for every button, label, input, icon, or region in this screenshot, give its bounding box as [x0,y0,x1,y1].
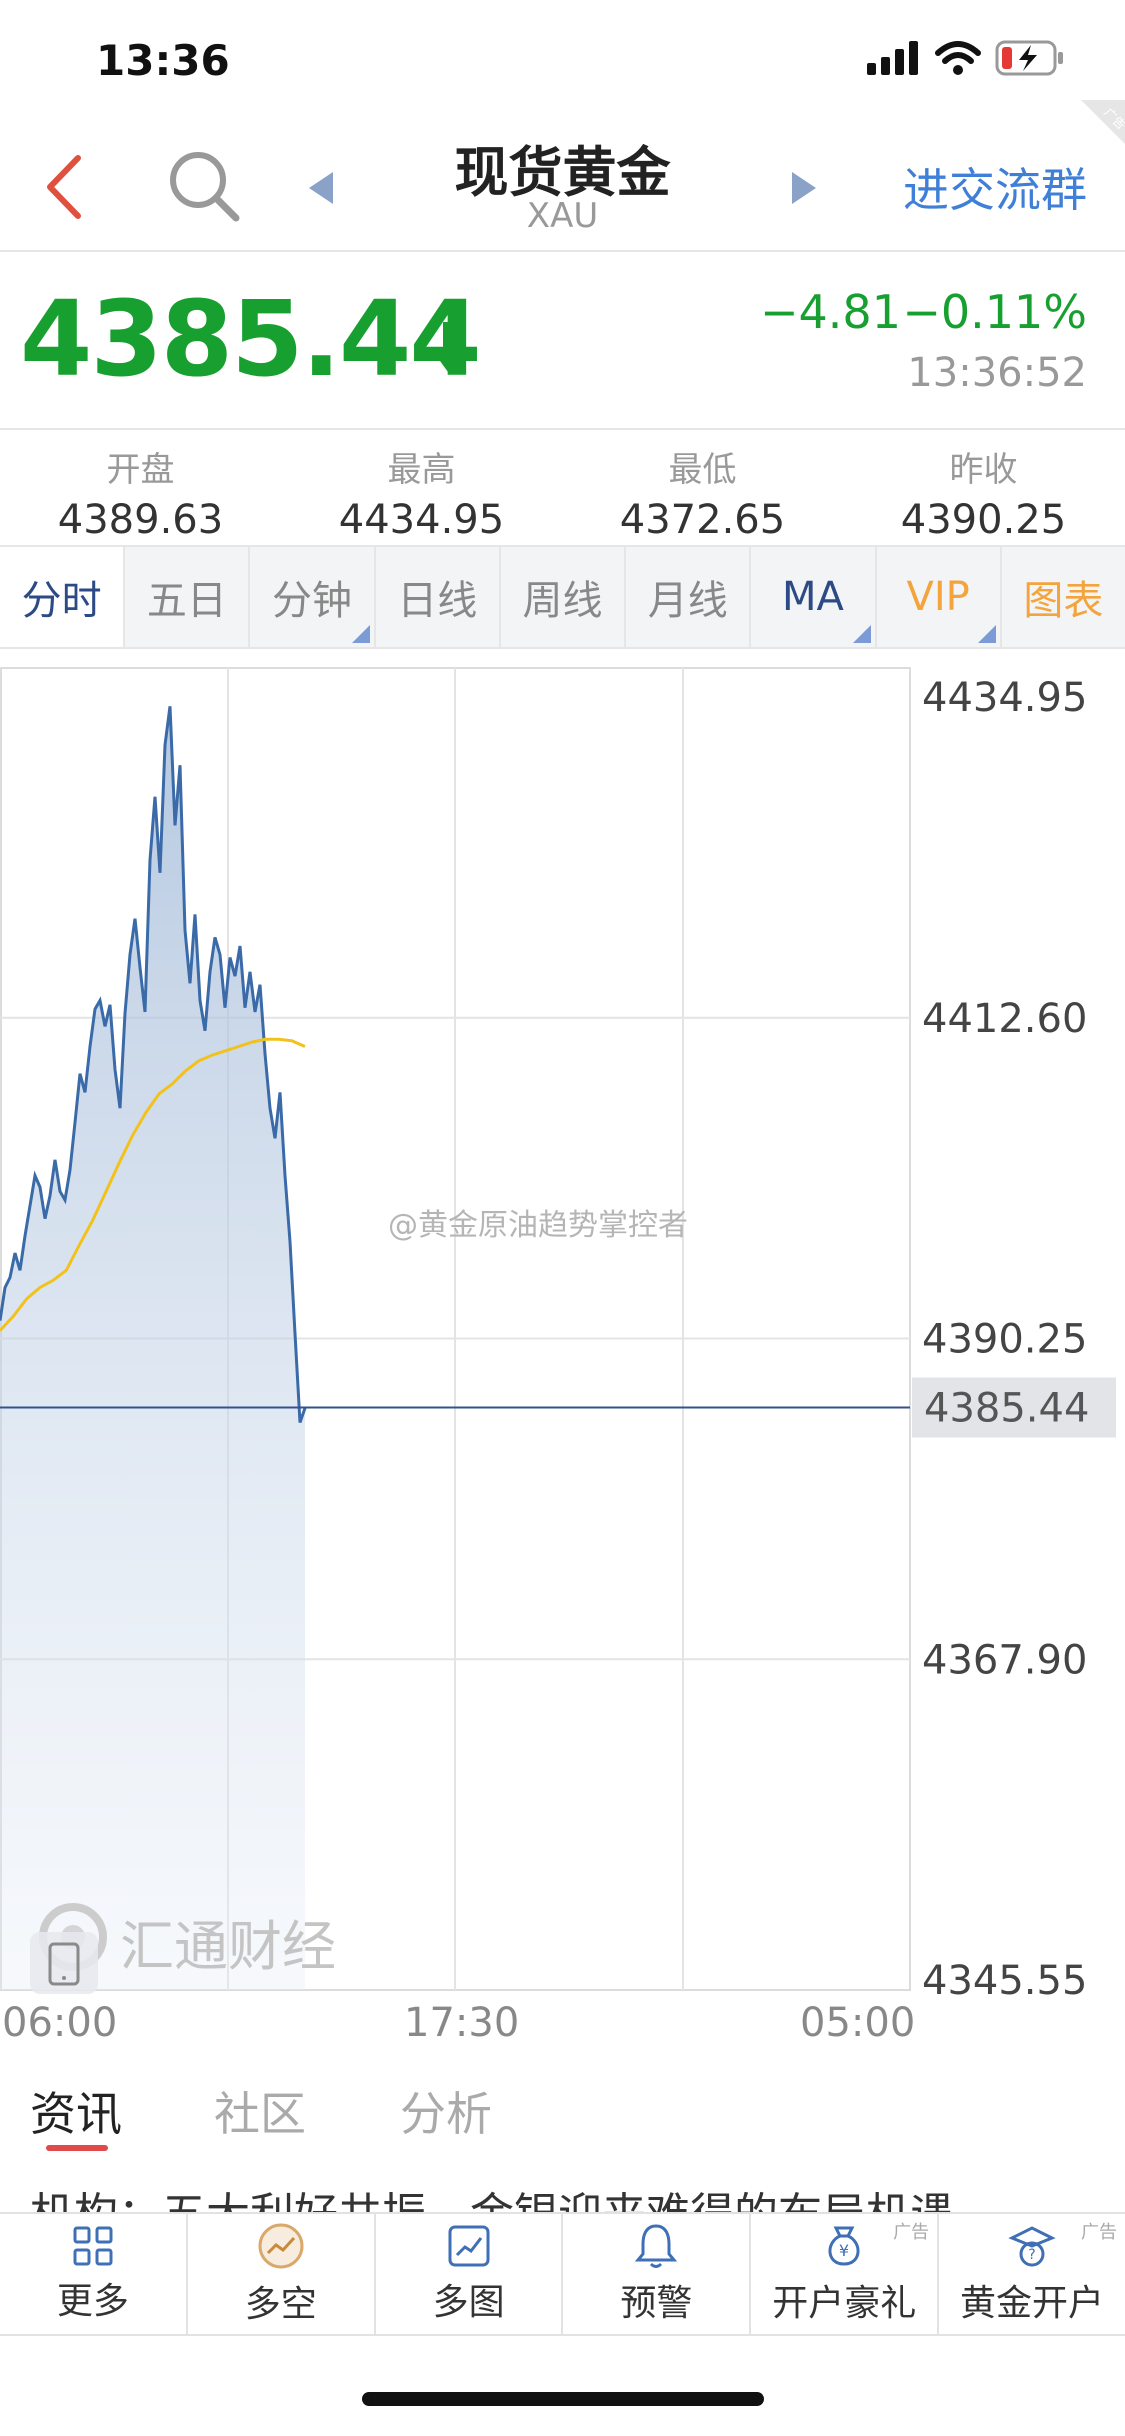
x-tick-mid: 17:30 [404,2000,520,2046]
ad-label: 广告 [1080,2222,1117,2243]
stat-open: 开盘 4389.63 [0,442,281,543]
bottom-label: 黄金开户 [960,2283,1105,2324]
bottom-item-gold-account[interactable]: 广告 ? 黄金开户 [937,2214,1125,2334]
subtab-analysis[interactable]: 分析 [400,2078,492,2144]
stat-label: 最高 [387,450,456,490]
grid-icon [73,2226,113,2266]
divider [0,428,1125,430]
gold-account-icon: ? [1008,2226,1056,2267]
svg-text:?: ? [1028,2247,1035,2263]
bottom-item-long-short[interactable]: 多空 [185,2214,374,2334]
dropdown-corner-icon [852,625,871,643]
y-tick-label: 4367.90 [922,1637,1087,1683]
ad-corner-tag: 广告 [1081,100,1125,144]
tab-label: VIP [906,574,970,620]
bell-icon [635,2224,678,2268]
stat-prev-close: 昨收 4390.25 [843,442,1124,543]
stat-label: 开盘 [106,450,175,490]
battery-icon [995,40,1063,76]
tab-five-day[interactable]: 五日 [123,547,249,647]
ad-label: 广告 [893,2222,930,2243]
x-tick-end: 05:00 [800,2000,916,2046]
chart-period-tabs: 分时 五日 分钟 日线 周线 月线 MA VIP 图表 [0,545,1125,649]
tab-charts[interactable]: 图表 [999,547,1125,647]
price-area [0,706,305,1990]
tab-intraday[interactable]: 分时 [0,547,124,647]
price-change: −4.81 [760,285,901,339]
dropdown-corner-icon [977,625,996,643]
stat-value: 4434.95 [338,497,505,543]
bottom-label: 更多 [56,2281,129,2322]
tab-ma[interactable]: MA [749,547,875,647]
bottom-label: 多空 [244,2284,317,2325]
bottom-item-account-gift[interactable]: 广告 ¥ 开户豪礼 [749,2214,937,2334]
tab-label: 分钟 [272,578,353,624]
next-symbol-icon[interactable] [788,168,820,208]
tab-monthly[interactable]: 月线 [624,547,750,647]
bottom-item-alert[interactable]: 预警 [561,2214,749,2334]
join-group-link[interactable]: 进交流群 [903,154,1087,220]
quote-time: 13:36:52 [907,350,1087,396]
weibo-watermark: @黄金原油趋势掌控者 [388,1208,688,1243]
subtab-community[interactable]: 社区 [214,2078,306,2144]
bottom-item-multi-chart[interactable]: 多图 [373,2214,562,2334]
header: 现货黄金 XAU 进交流群 广告 [0,100,1125,252]
y-tick-label: 4345.55 [922,1958,1087,2000]
stat-label: 最低 [668,450,737,490]
bottom-label: 开户豪礼 [772,2283,917,2324]
dropdown-corner-icon [351,625,370,643]
tab-weekly[interactable]: 周线 [498,547,625,647]
stat-label: 昨收 [949,450,1018,490]
stat-low: 最低 4372.65 [562,442,843,543]
x-tick-start: 06:00 [2,2000,118,2046]
tab-vip[interactable]: VIP [874,547,1000,647]
bottom-item-more[interactable]: 更多 [0,2214,186,2334]
current-price-tag: 4385.44 [924,1386,1089,1432]
svg-text:¥: ¥ [839,2241,849,2260]
price-change-percent: −0.11% [902,285,1087,339]
subtab-news[interactable]: 资讯 [30,2078,122,2144]
bottom-label: 预警 [620,2283,693,2324]
bottom-label: 多图 [432,2282,505,2323]
tab-daily[interactable]: 日线 [373,547,499,647]
y-tick-label: 4390.25 [922,1317,1087,1363]
tab-label: MA [781,574,844,620]
bottom-toolbar: 更多 多空 多图 预警 广告 ¥ 开户豪礼 广告 ? 黄金开户 [0,2212,1125,2336]
landscape-toggle-icon[interactable] [28,1930,100,1996]
tab-minute[interactable]: 分钟 [248,547,374,647]
current-price: 4385.44 [20,278,482,400]
wifi-icon [935,41,981,75]
subtab-indicator [46,2145,108,2151]
money-bag-icon: ¥ [828,2226,860,2266]
stat-value: 4390.25 [900,497,1067,543]
multi-chart-icon [448,2225,490,2267]
status-icons [867,40,1065,76]
stat-high: 最高 4434.95 [281,442,562,543]
status-time: 13:36 [96,36,230,85]
stat-value: 4389.63 [57,497,224,543]
signal-icon [867,41,918,75]
brand-watermark: 汇通财经 [120,1915,336,1978]
down-arrow-icon [432,322,464,372]
y-tick-label: 4412.60 [922,996,1087,1042]
trend-circle-icon [258,2223,304,2269]
stat-value: 4372.65 [619,497,786,543]
y-tick-label: 4434.95 [922,675,1087,721]
home-indicator [362,2392,764,2406]
intraday-chart[interactable]: 4385.44 4434.95 4412.60 4390.25 4367.90 4345… [0,660,1125,2000]
